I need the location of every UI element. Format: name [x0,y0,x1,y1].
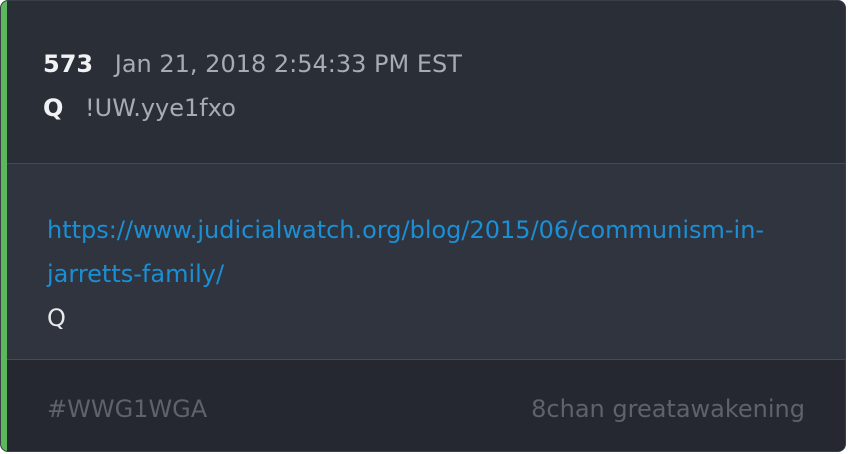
post-link[interactable]: https://www.judicialwatch.org/blog/2015/… [47,208,807,296]
post-card: 573 Jan 21, 2018 2:54:33 PM EST Q !UW.yy… [0,0,846,452]
post-number: 573 [43,50,94,78]
post-meta: 573 Jan 21, 2018 2:54:33 PM EST [43,49,462,79]
author-name: Q [43,94,64,122]
post-text: https://www.judicialwatch.org/blog/2015/… [47,208,807,340]
post-body: https://www.judicialwatch.org/blog/2015/… [7,164,845,360]
post-link-line-1: https://www.judicialwatch.org/blog/2015/… [47,216,765,244]
post-author-line: Q !UW.yye1fxo [43,93,236,123]
post-link-line-2: jarretts-family/ [47,260,225,288]
hashtag: #WWG1WGA [47,395,208,423]
author-tripcode: !UW.yye1fxo [85,94,236,122]
post-header: 573 Jan 21, 2018 2:54:33 PM EST Q !UW.yy… [7,1,845,164]
post-source: 8chan greatawakening [531,395,805,423]
post-timestamp: Jan 21, 2018 2:54:33 PM EST [114,50,462,78]
post-signature: Q [47,304,66,332]
post-footer: #WWG1WGA 8chan greatawakening [7,360,845,451]
